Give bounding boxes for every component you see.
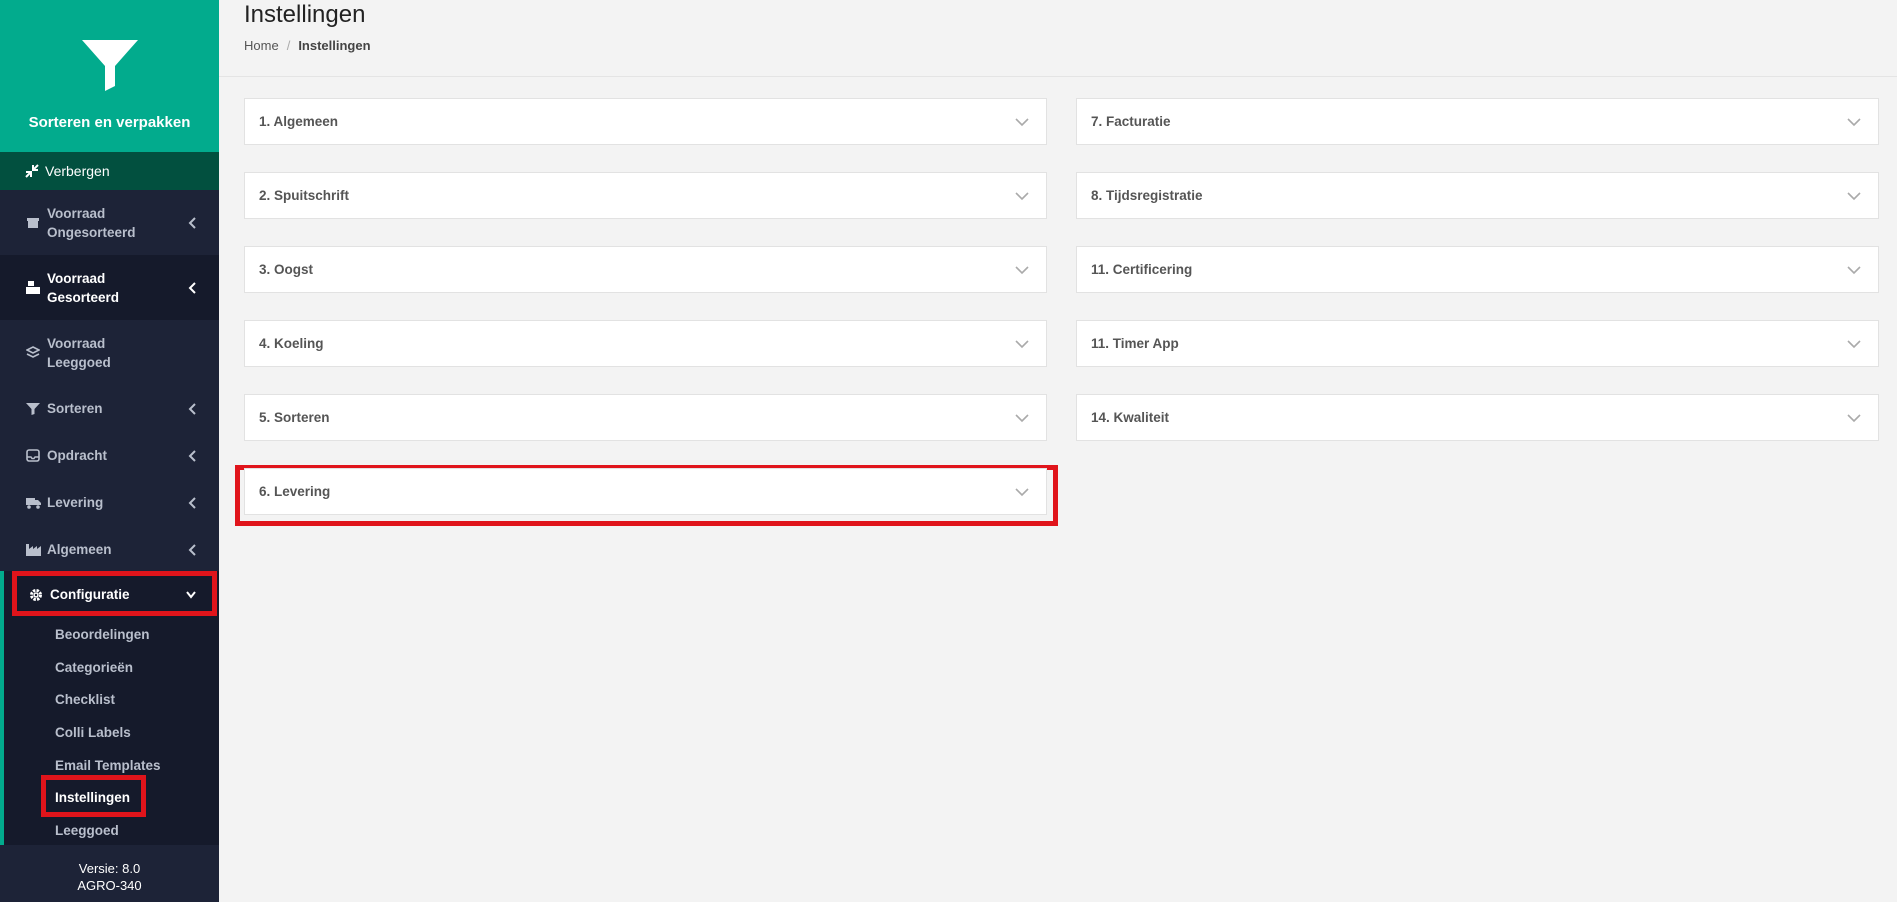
page-title: Instellingen [244, 1, 366, 28]
panel-title: 8. Tijdsregistratie [1091, 188, 1203, 203]
sidebar-item-voorraad-leeggoed[interactable]: Voorraad Leeggoed [0, 320, 219, 385]
sidebar-item-label: Gesorteerd [47, 289, 120, 305]
submenu-item-colli-labels[interactable]: Colli Labels [4, 716, 219, 749]
settings-panel-koeling[interactable]: 4. Koeling [244, 320, 1047, 367]
brand-name: Sorteren en verpakken [28, 114, 191, 131]
industry-icon [25, 542, 41, 558]
settings-panel-oogst[interactable]: 3. Oogst [244, 246, 1047, 293]
sidebar-item-label: Levering [47, 495, 104, 510]
chevron-down-icon [1847, 191, 1861, 200]
settings-panel-spuitschrift[interactable]: 2. Spuitschrift [244, 172, 1047, 219]
settings-panel-certificering[interactable]: 11. Certificering [1076, 246, 1879, 293]
sidebar-item-label: Opdracht [47, 448, 108, 463]
panel-title: 6. Levering [259, 484, 331, 499]
funnel-logo-icon [81, 40, 138, 91]
breadcrumb: Home / Instellingen [244, 38, 371, 53]
chevron-down-icon [1015, 487, 1029, 496]
compress-icon [25, 164, 39, 178]
breadcrumb-separator: / [286, 38, 291, 53]
breadcrumb-current: Instellingen [298, 38, 371, 53]
chevron-down-icon [1015, 117, 1029, 126]
sidebar-item-label: Voorraad [47, 270, 106, 286]
chevron-down-icon [1847, 339, 1861, 348]
inbox-icon [25, 448, 41, 464]
sidebar-item-configuratie[interactable]: Configuratie [4, 571, 219, 618]
sidebar-item-label: Sorteren [47, 401, 103, 416]
panel-title: 7. Facturatie [1091, 114, 1171, 129]
sidebar-item-label: Configuratie [50, 587, 130, 602]
chevron-left-icon [188, 402, 196, 415]
sidebar: Sorteren en verpakken Verbergen Voorraad… [0, 0, 219, 902]
gear-icon [28, 587, 44, 603]
hide-sidebar-label: Verbergen [45, 163, 110, 179]
brand: Sorteren en verpakken [0, 0, 219, 152]
build-id: AGRO-340 [77, 878, 142, 893]
chevron-down-icon [186, 590, 196, 599]
sidebar-item-opdracht[interactable]: Opdracht [0, 432, 219, 479]
settings-panel-tijdsregistratie[interactable]: 8. Tijdsregistratie [1076, 172, 1879, 219]
settings-panel-sorteren[interactable]: 5. Sorteren [244, 394, 1047, 441]
panel-title: 4. Koeling [259, 336, 324, 351]
chevron-down-icon [1015, 339, 1029, 348]
filter-icon [25, 401, 41, 417]
sidebar-item-voorraad-gesorteerd[interactable]: Voorraad Gesorteerd [0, 255, 219, 320]
box-icon [25, 215, 41, 231]
sidebar-item-algemeen[interactable]: Algemeen [0, 526, 219, 573]
panel-title: 5. Sorteren [259, 410, 330, 425]
chevron-down-icon [1015, 413, 1029, 422]
sidebar-item-voorraad-ongesorteerd[interactable]: Voorraad Ongesorteerd [0, 190, 219, 255]
chevron-down-icon [1015, 191, 1029, 200]
panel-title: 11. Certificering [1091, 262, 1193, 277]
sidebar-item-label: Voorraad [47, 335, 106, 351]
sidebar-item-label: Leeggoed [47, 354, 111, 370]
version-info: Versie: 8.0 AGRO-340 [0, 860, 219, 894]
submenu-item-instellingen[interactable]: Instellingen [4, 781, 219, 814]
sidebar-item-label: Algemeen [47, 542, 112, 557]
settings-panel-facturatie[interactable]: 7. Facturatie [1076, 98, 1879, 145]
hide-sidebar-button[interactable]: Verbergen [0, 152, 219, 190]
truck-icon [25, 495, 41, 511]
boxes-icon [25, 280, 41, 296]
layer-icon [25, 345, 41, 361]
chevron-left-icon [188, 543, 196, 556]
sidebar-item-label: Voorraad [47, 205, 106, 221]
chevron-left-icon [188, 496, 196, 509]
settings-panel-levering[interactable]: 6. Levering [244, 468, 1047, 515]
submenu-item-leeggoed[interactable]: Leeggoed [4, 814, 219, 847]
panel-title: 3. Oogst [259, 262, 314, 277]
panel-title: 11. Timer App [1091, 336, 1179, 351]
chevron-left-icon [188, 281, 196, 294]
sidebar-item-label: Ongesorteerd [47, 224, 136, 240]
chevron-down-icon [1015, 265, 1029, 274]
version-number: Versie: 8.0 [78, 861, 141, 876]
submenu-item-email-templates[interactable]: Email Templates [4, 749, 219, 782]
sidebar-item-sorteren[interactable]: Sorteren [0, 385, 219, 432]
settings-panel-timer-app[interactable]: 11. Timer App [1076, 320, 1879, 367]
panel-title: 14. Kwaliteit [1091, 410, 1170, 425]
chevron-down-icon [1847, 413, 1861, 422]
settings-panel-algemeen[interactable]: 1. Algemeen [244, 98, 1047, 145]
submenu-item-checklist[interactable]: Checklist [4, 683, 219, 716]
chevron-left-icon [188, 449, 196, 462]
submenu-item-beoordelingen[interactable]: Beoordelingen [4, 618, 219, 651]
chevron-down-icon [1847, 265, 1861, 274]
panel-title: 2. Spuitschrift [259, 188, 350, 203]
panel-title: 1. Algemeen [259, 114, 339, 129]
settings-panel-kwaliteit[interactable]: 14. Kwaliteit [1076, 394, 1879, 441]
chevron-down-icon [1847, 117, 1861, 126]
sidebar-item-levering[interactable]: Levering [0, 479, 219, 526]
chevron-left-icon [188, 216, 196, 229]
submenu-item-categorieen[interactable]: Categorieën [4, 651, 219, 684]
header-divider [219, 76, 1897, 77]
config-submenu: Configuratie Beoordelingen Categorieën C… [0, 571, 219, 845]
breadcrumb-home[interactable]: Home [244, 38, 279, 53]
